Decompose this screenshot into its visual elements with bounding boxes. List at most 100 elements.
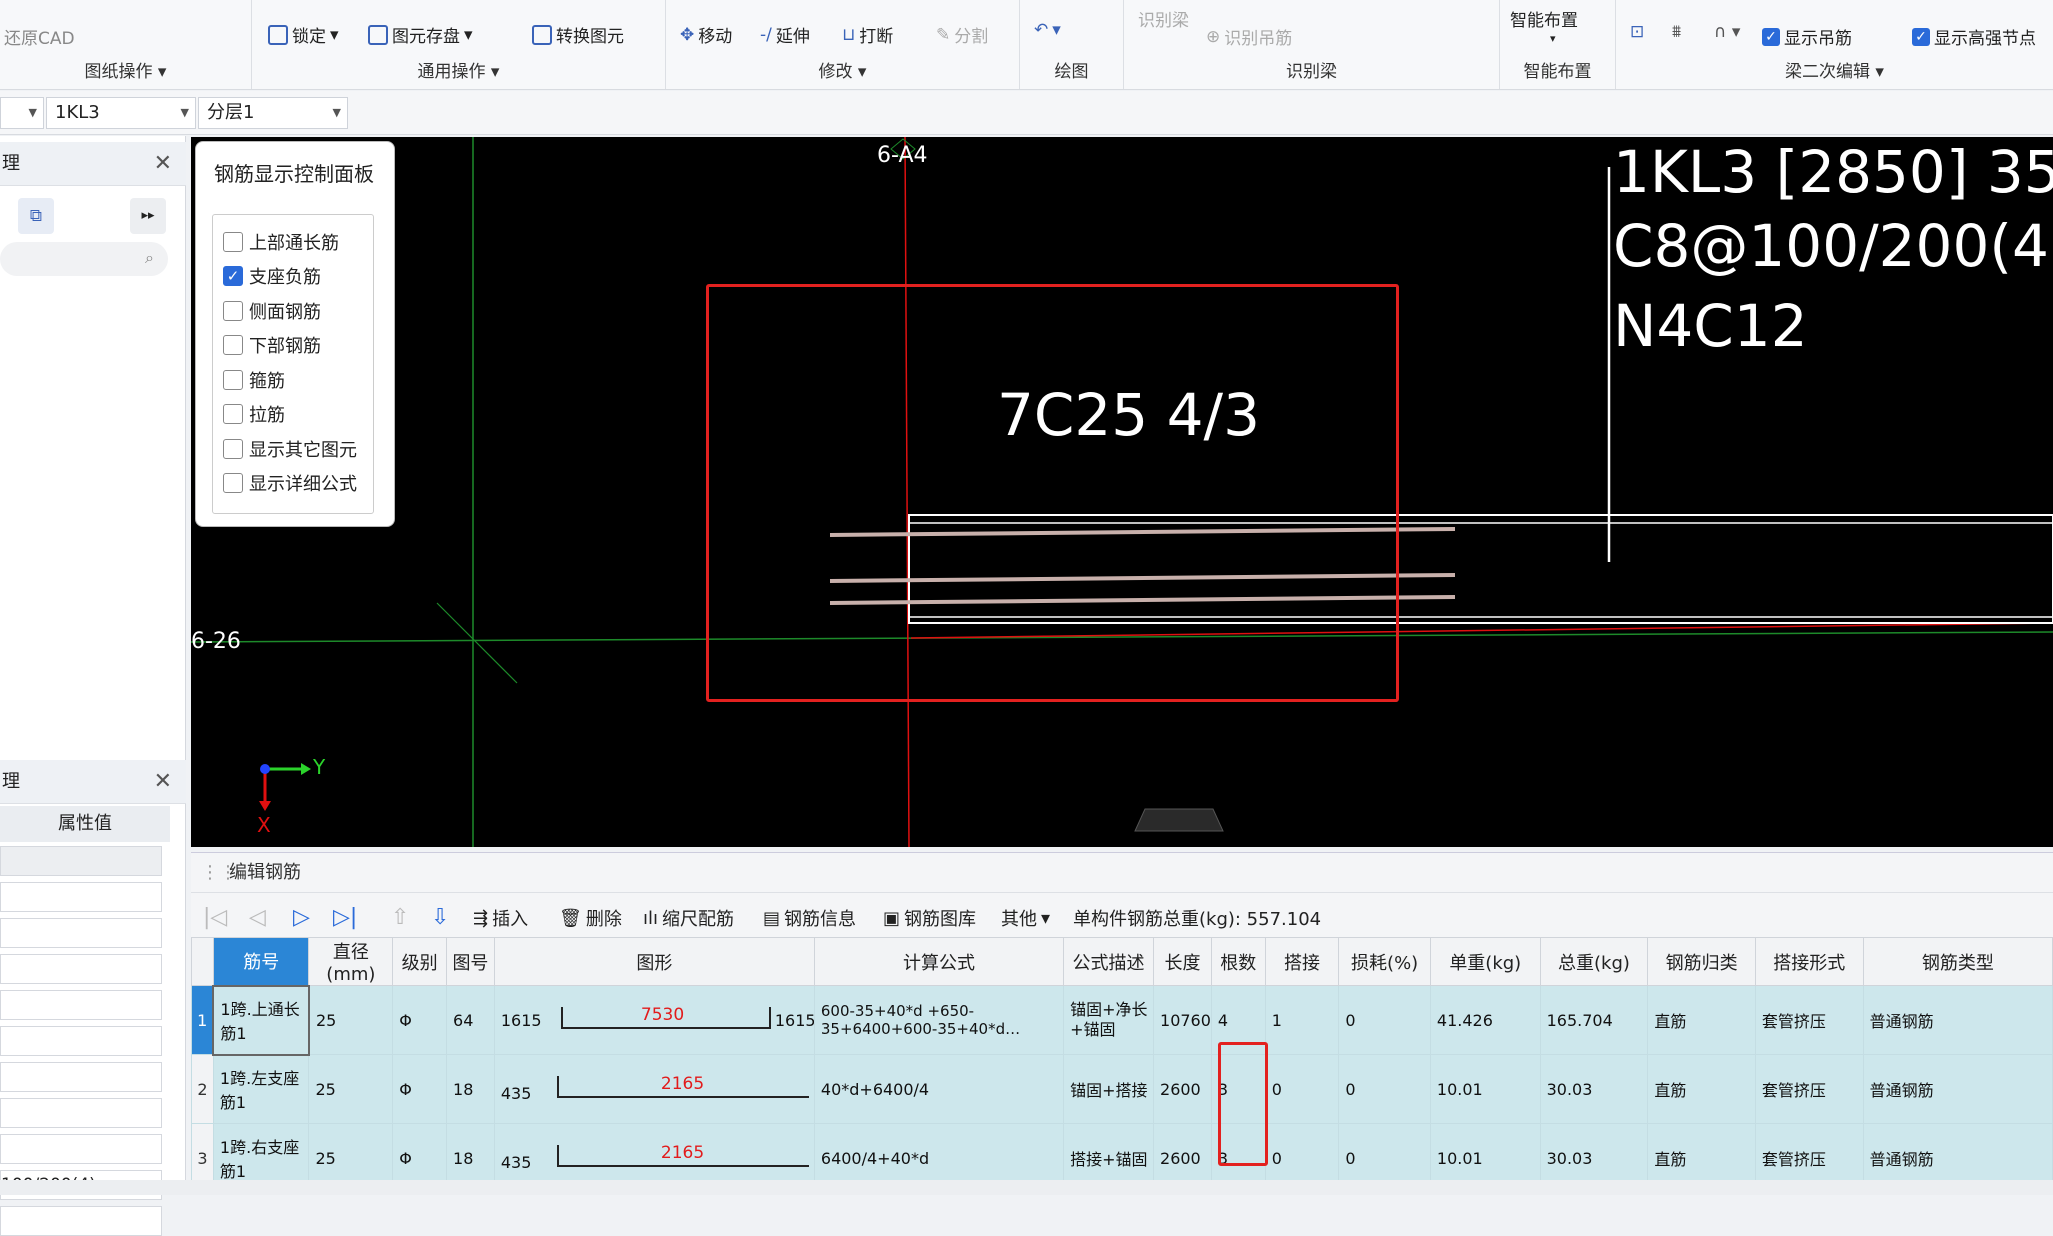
property-row[interactable] <box>0 1062 162 1092</box>
cell-lap[interactable]: 1 <box>1264 985 1340 1055</box>
delete-button[interactable]: 🗑 删除 <box>559 905 622 931</box>
tool-icon-c[interactable]: ∩ ▾ <box>1714 22 1740 42</box>
column-header[interactable]: 损耗(%) <box>1338 937 1431 986</box>
cell-unit-weight[interactable]: 10.01 <box>1429 1054 1541 1124</box>
other-dropdown[interactable]: 其他 ▾ <box>1001 905 1050 931</box>
element-dropdown[interactable]: 1KL3 ▼ <box>46 97 196 129</box>
property-row[interactable] <box>0 918 162 948</box>
cell-lap-form[interactable]: 套管挤压 <box>1754 985 1864 1055</box>
cell-lap[interactable]: 0 <box>1264 1054 1340 1124</box>
show-hanger-checkbox[interactable]: ✓ 显示吊筋 <box>1762 24 1852 49</box>
property-row[interactable] <box>0 882 162 912</box>
rebar-info-button[interactable]: ▤ 钢筋信息 <box>763 905 856 931</box>
option-bottom-rebar[interactable]: 下部钢筋 <box>223 332 321 358</box>
move-button[interactable]: ✥ 移动 <box>680 22 732 48</box>
column-header[interactable]: 图形 <box>493 937 815 986</box>
column-header[interactable]: 公式描述 <box>1063 937 1155 986</box>
table-row[interactable]: 2 1跨.左支座筋1 25 Φ 18 435 2165 40*d+6400/4 锚… <box>191 1054 2053 1124</box>
cell-lap-form[interactable]: 套管挤压 <box>1754 1054 1864 1124</box>
column-header[interactable]: 计算公式 <box>813 937 1065 986</box>
type-dropdown[interactable]: ▼ <box>0 97 44 129</box>
last-icon[interactable]: ▷| <box>333 905 357 930</box>
first-icon[interactable]: |◁ <box>203 905 227 930</box>
cell-category[interactable]: 直筋 <box>1647 1054 1756 1124</box>
cell-formula[interactable]: 40*d+6400/4 <box>813 1054 1065 1124</box>
save-element-button[interactable]: 图元存盘 ▾ <box>368 22 473 47</box>
cell-type[interactable]: 普通钢筋 <box>1862 985 2053 1055</box>
property-row[interactable] <box>0 1026 162 1056</box>
option-show-other-elements[interactable]: 显示其它图元 <box>223 436 357 462</box>
copy-icon[interactable]: ⧉ <box>18 198 54 234</box>
column-header[interactable]: 搭接形式 <box>1754 937 1864 986</box>
cell-category[interactable]: 直筋 <box>1647 985 1756 1055</box>
cell-length[interactable]: 2600 <box>1153 1054 1212 1124</box>
smart-layout-dropdown[interactable]: ▾ <box>1550 32 1556 45</box>
cell-formula[interactable]: 600-35+40*d +650-35+6400+600-35+40*d… <box>813 985 1065 1055</box>
scale-rebar-button[interactable]: ılı 缩尺配筋 <box>643 905 734 931</box>
expand-icon[interactable]: ▸▸ <box>130 198 166 234</box>
column-header[interactable]: 单重(kg) <box>1429 937 1541 986</box>
extend-button[interactable]: -/延伸 <box>760 22 810 48</box>
cell-total-weight[interactable]: 30.03 <box>1539 1054 1649 1124</box>
option-stirrup[interactable]: 箍筋 <box>223 367 285 393</box>
lock-button[interactable]: 锁定 ▾ <box>268 22 339 47</box>
column-header[interactable]: 直径(mm) <box>308 937 394 986</box>
row-number[interactable]: 1 <box>191 985 214 1055</box>
cell-grade[interactable]: Φ <box>392 1054 448 1124</box>
move-down-icon[interactable]: ⇩ <box>431 905 449 930</box>
column-header[interactable]: 钢筋类型 <box>1862 937 2053 986</box>
cell-description[interactable]: 锚固+搭接 <box>1063 1054 1155 1124</box>
arc-draw-button[interactable]: ↶ ▾ <box>1034 20 1061 40</box>
rebar-library-button[interactable]: ▣ 钢筋图库 <box>883 905 976 931</box>
cell-diameter[interactable]: 25 <box>308 1054 394 1124</box>
cell-grade[interactable]: Φ <box>392 985 448 1055</box>
cell-total-weight[interactable]: 165.704 <box>1539 985 1649 1055</box>
property-row[interactable] <box>0 846 162 876</box>
option-top-through-rebar[interactable]: 上部通长筋 <box>223 229 339 255</box>
move-up-icon[interactable]: ⇧ <box>391 905 409 930</box>
column-header[interactable]: 根数 <box>1210 937 1266 986</box>
close-icon[interactable]: ✕ <box>154 760 172 804</box>
tool-icon-a[interactable]: ⊡ <box>1630 22 1644 42</box>
cell-name[interactable]: 1跨.上通长筋1 <box>212 984 310 1056</box>
identify-beam-button[interactable]: 识别梁 <box>1138 6 1189 31</box>
prev-icon[interactable]: ◁ <box>249 905 266 930</box>
column-header[interactable]: 搭接 <box>1264 937 1340 986</box>
cell-loss[interactable]: 0 <box>1338 985 1431 1055</box>
close-icon[interactable]: ✕ <box>154 142 172 186</box>
property-row[interactable] <box>0 990 162 1020</box>
collapse-tab-icon[interactable] <box>1134 808 1224 832</box>
option-tie-bar[interactable]: 拉筋 <box>223 401 285 427</box>
split-button[interactable]: ✎ 分割 <box>936 22 988 48</box>
column-header[interactable]: 钢筋归类 <box>1647 937 1756 986</box>
smart-layout-button[interactable]: 智能布置 <box>1510 6 1578 31</box>
tool-icon-b[interactable]: ⩩ <box>1672 22 1681 42</box>
drag-handle-icon[interactable]: ⋮⋮ <box>201 853 237 893</box>
property-row[interactable] <box>0 1098 162 1128</box>
column-header[interactable]: 级别 <box>392 937 448 986</box>
column-header[interactable]: 筋号 <box>212 937 310 986</box>
option-show-detailed-formula[interactable]: 显示详细公式 <box>223 470 357 496</box>
show-high-strength-node-checkbox[interactable]: ✓ 显示高强节点 <box>1912 24 2036 49</box>
row-number[interactable]: 2 <box>191 1054 214 1124</box>
property-row[interactable] <box>0 1206 162 1236</box>
component-search-input[interactable]: ⌕ <box>0 242 168 276</box>
cell-unit-weight[interactable]: 41.426 <box>1429 985 1541 1055</box>
cell-description[interactable]: 锚固+净长+锚固 <box>1063 985 1155 1055</box>
property-row[interactable] <box>0 954 162 984</box>
cell-type[interactable]: 普通钢筋 <box>1862 1054 2053 1124</box>
restore-cad-button[interactable]: 还原CAD <box>4 24 75 49</box>
column-header[interactable]: 总重(kg) <box>1539 937 1649 986</box>
cell-shape[interactable]: 1615 7530 1615 <box>493 985 815 1055</box>
option-side-rebar[interactable]: 侧面钢筋 <box>223 298 321 324</box>
column-header[interactable]: 长度 <box>1153 937 1212 986</box>
table-row[interactable]: 1 1跨.上通长筋1 25 Φ 64 1615 7530 1615 600-35+4… <box>191 984 2053 1056</box>
cell-figure-no[interactable]: 64 <box>446 985 495 1055</box>
cell-shape[interactable]: 435 2165 <box>493 1054 815 1124</box>
cell-length[interactable]: 10760 <box>1153 985 1212 1055</box>
insert-button[interactable]: ⇶ 插入 <box>473 905 528 931</box>
cell-diameter[interactable]: 25 <box>308 985 394 1055</box>
option-support-negative-rebar[interactable]: ✓ 支座负筋 <box>223 263 321 289</box>
property-row[interactable] <box>0 1134 162 1164</box>
convert-element-button[interactable]: 转换图元 <box>532 22 624 47</box>
